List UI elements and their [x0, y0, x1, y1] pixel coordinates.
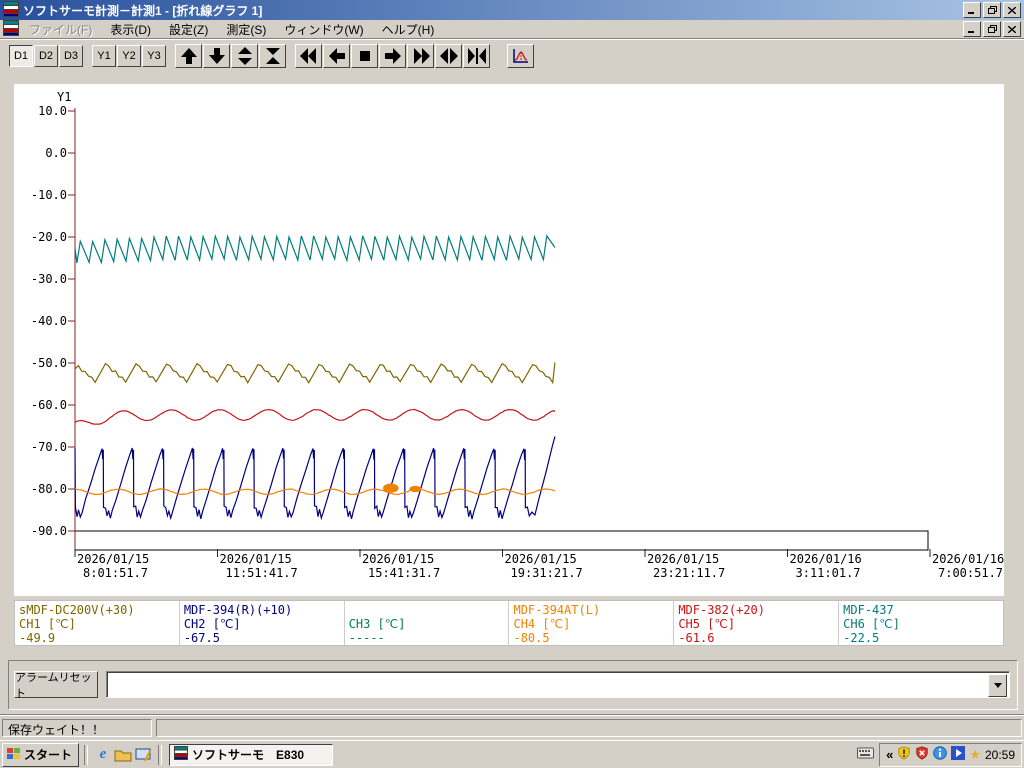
status-message: 保存ウェイト！！ [2, 719, 152, 737]
system-tray: « ★ 20:59 [879, 742, 1022, 767]
media-play-icon[interactable] [951, 746, 966, 763]
chart-svg: 10.0 0.0 -10.0 -20.0 -30.0 -40.0 -50.0 -60.0 -70… [31, 90, 1004, 580]
svg-text:Y1: Y1 [57, 90, 71, 104]
svg-text:15:41:31.7: 15:41:31.7 [368, 566, 440, 580]
hidden-icons-chevron[interactable]: « [886, 747, 893, 762]
close-button[interactable] [1003, 2, 1021, 18]
minimize-button[interactable] [963, 2, 981, 18]
security-error-shield-icon[interactable] [915, 746, 929, 763]
stop-icon[interactable] [351, 43, 378, 68]
legend-cell-ch6: MDF-437 CH6 [℃] -22.5 [843, 603, 900, 645]
svg-text:2026/01/15: 2026/01/15 [362, 552, 434, 566]
svg-text:19:31:21.7: 19:31:21.7 [511, 566, 583, 580]
mdi-child-icon[interactable] [3, 19, 19, 39]
scroll-down-icon[interactable] [203, 43, 230, 68]
svg-text:2026/01/15: 2026/01/15 [220, 552, 292, 566]
svg-text:-50.0: -50.0 [31, 356, 67, 370]
scroll-up-icon[interactable] [175, 43, 202, 68]
mdi-minimize-button[interactable] [963, 21, 981, 37]
taskbar: スタート e ソフトサーモ E830 « ★ 20:59 [0, 740, 1024, 768]
app-icon[interactable] [3, 0, 19, 20]
menu-settings[interactable]: 設定(Z) [161, 20, 216, 39]
alarm-reset-button[interactable]: アラームリセット [14, 671, 98, 700]
legend-cell-ch3: CH3 [℃] ----- [345, 601, 510, 645]
taskbar-divider [158, 744, 163, 765]
menu-window[interactable]: ウィンドウ(W) [276, 20, 371, 39]
titlebar: ソフトサーモ計測－計測1 - [折れ線グラフ 1] [0, 0, 1024, 20]
svg-text:-10.0: -10.0 [31, 188, 67, 202]
keyboard-icon[interactable] [857, 746, 875, 764]
status-panel-2 [156, 719, 1022, 737]
button-y2[interactable]: Y2 [117, 44, 141, 67]
svg-text:0.0: 0.0 [45, 146, 67, 160]
svg-text:-70.0: -70.0 [31, 440, 67, 454]
svg-text:2026/01/15: 2026/01/15 [505, 552, 577, 566]
graph-display-icon[interactable] [507, 43, 534, 68]
mdi-restore-button[interactable] [983, 21, 1001, 37]
menu-help[interactable]: ヘルプ(H) [374, 20, 443, 39]
clock: 20:59 [984, 747, 1015, 762]
button-y3[interactable]: Y3 [142, 44, 166, 67]
quick-launch-folder-icon[interactable] [113, 745, 133, 765]
legend-cell-ch1: sMDF-DC200V(+30) CH1 [℃] -49.9 [15, 601, 180, 645]
menu-view[interactable]: 表示(D) [102, 20, 159, 39]
menu-measure[interactable]: 測定(S) [218, 20, 274, 39]
security-alert-shield-icon[interactable] [897, 746, 911, 763]
legend-cell-ch2: MDF-394(R)(+10) CH2 [℃] -67.5 [180, 601, 345, 645]
button-d1[interactable]: D1 [9, 44, 33, 67]
update-star-icon[interactable]: ★ [969, 747, 981, 763]
svg-text:10.0: 10.0 [38, 104, 67, 118]
svg-text:-20.0: -20.0 [31, 230, 67, 244]
svg-text:2026/01/15: 2026/01/15 [647, 552, 719, 566]
combo-dropdown-icon[interactable] [988, 674, 1007, 697]
alarm-combobox[interactable] [106, 671, 1010, 698]
svg-text:-80.0: -80.0 [31, 482, 67, 496]
svg-text:2026/01/16: 2026/01/16 [790, 552, 862, 566]
svg-text:7:00:51.7: 7:00:51.7 [938, 566, 1003, 580]
taskbar-divider [84, 744, 89, 765]
compress-vertical-icon[interactable] [259, 43, 286, 68]
chart-panel: 10.0 0.0 -10.0 -20.0 -30.0 -40.0 -50.0 -60.0 -70… [14, 84, 1004, 596]
info-balloon-icon[interactable] [933, 746, 948, 763]
menubar: ファイル(F) 表示(D) 設定(Z) 測定(S) ウィンドウ(W) ヘルプ(H… [0, 19, 1024, 39]
legend-cell-ch4: MDF-394AT(L) CH4 [℃] -80.5 [509, 601, 675, 645]
windows-logo-icon [6, 747, 21, 763]
quick-launch-desktop-icon[interactable] [133, 745, 153, 765]
restore-button[interactable] [983, 2, 1001, 18]
toolbar: D1 D2 D3 Y1 Y2 Y3 [0, 38, 1024, 72]
svg-text:3:11:01.7: 3:11:01.7 [796, 566, 861, 580]
button-y1[interactable]: Y1 [92, 44, 116, 67]
quick-launch-ie-icon[interactable]: e [93, 745, 113, 765]
window-title: ソフトサーモ計測－計測1 - [折れ線グラフ 1] [23, 3, 263, 18]
svg-text:-90.0: -90.0 [31, 524, 67, 538]
button-d3[interactable]: D3 [59, 44, 83, 67]
legend-cell-ch5: MDF-382(+20) CH5 [℃] -61.6 [674, 601, 840, 645]
fast-rewind-icon[interactable] [295, 43, 322, 68]
task-button-softthermo[interactable]: ソフトサーモ E830 [169, 743, 334, 766]
svg-text:2026/01/16: 2026/01/16 [932, 552, 1004, 566]
step-right-icon[interactable] [379, 43, 406, 68]
menu-file[interactable]: ファイル(F) [21, 20, 100, 39]
svg-text:23:21:11.7: 23:21:11.7 [653, 566, 725, 580]
svg-text:2026/01/15: 2026/01/15 [77, 552, 149, 566]
application-window: ソフトサーモ計測－計測1 - [折れ線グラフ 1] ファイル(F) 表示(D) … [0, 0, 1024, 768]
svg-text:8:01:51.7: 8:01:51.7 [83, 566, 148, 580]
svg-text:11:51:41.7: 11:51:41.7 [226, 566, 298, 580]
mdi-close-button[interactable] [1003, 21, 1021, 37]
svg-text:-30.0: -30.0 [31, 272, 67, 286]
channel-legend: sMDF-DC200V(+30) CH1 [℃] -49.9 MDF-394(R)(… [14, 600, 1004, 646]
app-icon [174, 746, 189, 763]
compress-horizontal-icon[interactable] [463, 43, 490, 68]
step-left-icon[interactable] [323, 43, 350, 68]
button-d2[interactable]: D2 [34, 44, 58, 67]
start-button[interactable]: スタート [2, 742, 80, 767]
statusbar: 保存ウェイト！！ [0, 714, 1024, 740]
fast-forward-icon[interactable] [407, 43, 434, 68]
svg-text:-60.0: -60.0 [31, 398, 67, 412]
svg-text:-40.0: -40.0 [31, 314, 67, 328]
expand-horizontal-icon[interactable] [435, 43, 462, 68]
expand-vertical-icon[interactable] [231, 43, 258, 68]
